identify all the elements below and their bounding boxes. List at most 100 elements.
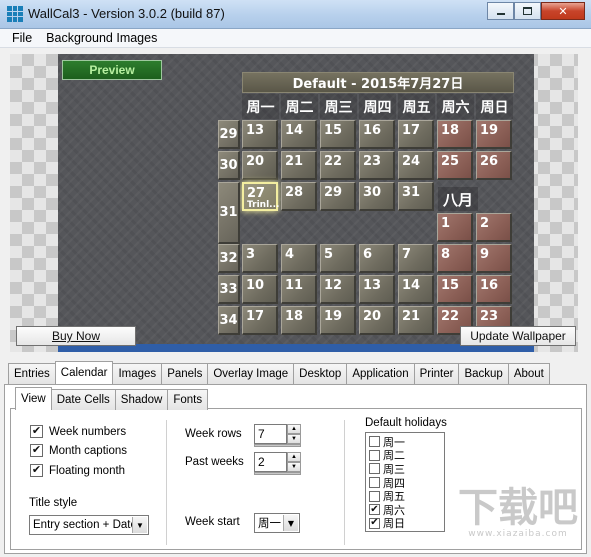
month-captions-checkbox[interactable]: ✔ Month captions — [30, 444, 127, 457]
tab-application[interactable]: Application — [346, 363, 415, 384]
past-weeks-spinner[interactable]: 2 ▲ ▼ — [254, 452, 301, 475]
date-cell[interactable]: 16 — [476, 275, 512, 304]
holiday-checkbox[interactable]: ✔ 周日 — [369, 517, 441, 530]
tab-about[interactable]: About — [507, 363, 550, 384]
tab-backup[interactable]: Backup — [458, 363, 509, 384]
holiday-checkbox[interactable]: 周三 — [369, 462, 441, 476]
spin-up-icon[interactable]: ▲ — [287, 452, 301, 462]
today-cell[interactable]: 27 Trinl... — [242, 182, 279, 211]
subtab-view[interactable]: View — [15, 387, 52, 410]
date-cell[interactable]: 14 — [281, 120, 317, 149]
date-cell[interactable]: 23 — [359, 151, 395, 180]
week-rows-spinner[interactable]: 7 ▲ ▼ — [254, 424, 301, 447]
menu-file[interactable]: File — [12, 31, 32, 45]
date-cell[interactable]: 22 — [320, 151, 356, 180]
date-cell[interactable]: 21 — [398, 306, 434, 335]
update-wallpaper-button[interactable]: Update Wallpaper — [460, 326, 576, 346]
date-cell[interactable]: 2 — [476, 213, 512, 242]
checkbox-icon: ✔ — [369, 517, 380, 529]
tab-images[interactable]: Images — [112, 363, 163, 384]
date-cell[interactable]: 31 — [398, 182, 434, 211]
date-cell[interactable]: 15 — [437, 275, 473, 304]
date-cell[interactable]: 4 — [281, 244, 317, 273]
date-cell[interactable]: 25 — [437, 151, 473, 180]
subtab-date-cells[interactable]: Date Cells — [50, 389, 116, 410]
next-month-caption: 八月 — [438, 187, 478, 211]
title-style-label: Title style — [29, 497, 78, 509]
date-cell[interactable]: 24 — [398, 151, 434, 180]
past-weeks-slider[interactable] — [254, 472, 301, 475]
menu-bar: File Background Images — [0, 29, 591, 48]
close-button[interactable]: ✕ — [541, 2, 585, 20]
spin-down-icon[interactable]: ▼ — [287, 434, 301, 444]
tab-panels[interactable]: Panels — [161, 363, 209, 384]
subtab-shadow[interactable]: Shadow — [114, 389, 169, 410]
past-weeks-value[interactable]: 2 — [254, 452, 287, 472]
date-cell[interactable]: 10 — [242, 275, 278, 304]
week-numbers-checkbox[interactable]: ✔ Week numbers — [30, 425, 126, 438]
date-cell[interactable]: 29 — [320, 182, 356, 211]
divider — [344, 420, 345, 545]
date-cell[interactable]: 20 — [242, 151, 278, 180]
watermark-sub: www.xiazaiba.com — [468, 529, 568, 539]
date-cell[interactable]: 7 — [398, 244, 434, 273]
date-cell[interactable]: 12 — [320, 275, 356, 304]
holiday-checkbox[interactable]: 周四 — [369, 476, 441, 490]
date-cell[interactable]: 19 — [320, 306, 356, 335]
menu-background-images[interactable]: Background Images — [46, 31, 157, 45]
buy-now-button[interactable]: Buy Now — [16, 326, 136, 346]
week-rows-label: Week rows — [185, 428, 242, 440]
date-cell[interactable]: 28 — [281, 182, 317, 211]
date-cell[interactable]: 17 — [398, 120, 434, 149]
week-start-select[interactable]: 周一 ▼ — [254, 513, 300, 533]
watermark-main: 下载吧 — [458, 485, 578, 531]
date-cell[interactable]: 26 — [476, 151, 512, 180]
holiday-checkbox[interactable]: 周二 — [369, 449, 441, 462]
date-cell[interactable]: 3 — [242, 244, 278, 273]
week-rows-slider[interactable] — [254, 444, 301, 447]
date-cell[interactable]: 6 — [359, 244, 395, 273]
date-cell[interactable]: 17 — [242, 306, 278, 335]
date-cell[interactable]: 16 — [359, 120, 395, 149]
date-cell[interactable]: 8 — [437, 244, 473, 273]
date-cell[interactable]: 18 — [281, 306, 317, 335]
checkbox-icon: ✔ — [369, 503, 380, 516]
default-holidays-label: Default holidays — [365, 417, 447, 429]
tab-entries[interactable]: Entries — [8, 363, 56, 384]
date-cell[interactable]: 5 — [320, 244, 356, 273]
dropdown-arrow-icon: ▼ — [283, 515, 298, 531]
holiday-checkbox[interactable]: ✔ 周六 — [369, 503, 441, 517]
preview-pane: Preview Default - 2015年7月27日 周一 周二 周三 周四 周五周… — [10, 54, 578, 352]
tab-printer[interactable]: Printer — [413, 363, 460, 384]
tab-calendar[interactable]: Calendar — [54, 361, 114, 384]
holiday-checkbox[interactable]: 周一 — [369, 435, 441, 449]
date-cell[interactable]: 18 — [437, 120, 473, 149]
date-cell[interactable]: 9 — [476, 244, 512, 273]
week-start-value: 周一 — [258, 516, 281, 530]
date-cell[interactable]: 21 — [281, 151, 317, 180]
date-cell[interactable]: 13 — [242, 120, 278, 149]
date-cell[interactable]: 30 — [359, 182, 395, 211]
week-number-cell: 32 — [218, 244, 240, 273]
spin-up-icon[interactable]: ▲ — [287, 424, 301, 434]
update-wallpaper-label: Update Wallpaper — [470, 329, 566, 343]
date-cell[interactable]: 11 — [281, 275, 317, 304]
maximize-button[interactable] — [514, 2, 541, 20]
date-cell[interactable]: 13 — [359, 275, 395, 304]
date-cell[interactable]: 1 — [437, 213, 473, 242]
floating-month-checkbox[interactable]: ✔ Floating month — [30, 464, 125, 477]
tab-desktop[interactable]: Desktop — [293, 363, 348, 384]
tab-overlay-image[interactable]: Overlay Image — [207, 363, 295, 384]
date-cell[interactable]: 14 — [398, 275, 434, 304]
spin-down-icon[interactable]: ▼ — [287, 462, 301, 472]
date-cell[interactable]: 20 — [359, 306, 395, 335]
holiday-checkbox[interactable]: 周五 — [369, 489, 441, 503]
subtab-fonts[interactable]: Fonts — [167, 389, 209, 410]
week-number-cell: 34 — [218, 306, 240, 335]
date-cell[interactable]: 19 — [476, 120, 512, 149]
week-rows-value[interactable]: 7 — [254, 424, 287, 444]
maximize-icon — [523, 7, 532, 15]
date-cell[interactable]: 15 — [320, 120, 356, 149]
minimize-button[interactable] — [487, 2, 514, 20]
title-style-select[interactable]: Entry section + Date ▼ — [29, 515, 149, 535]
